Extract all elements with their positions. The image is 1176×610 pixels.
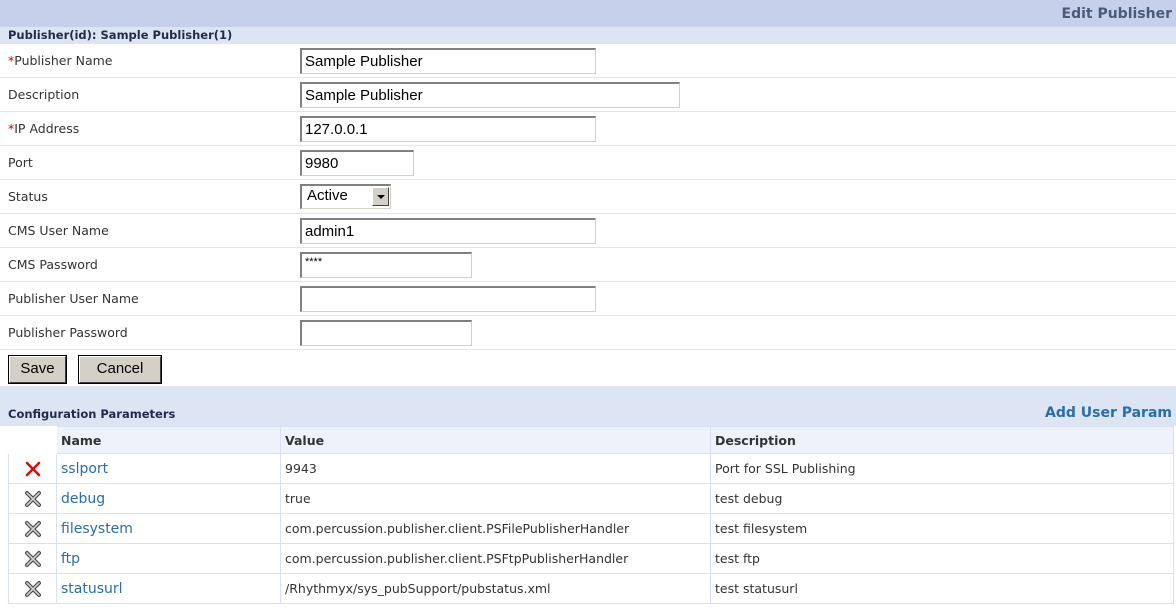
- form-row-cms-password: CMS Password ****: [0, 248, 1176, 282]
- config-section-header: Configuration Parameters Add User Param: [0, 386, 1176, 426]
- param-description: test statusurl: [710, 573, 1174, 604]
- cms-password-label: CMS Password: [8, 257, 98, 272]
- config-table: Name Value Description sslport 9943 Port…: [8, 426, 1174, 604]
- port-input[interactable]: 9980: [300, 150, 414, 176]
- param-name-link[interactable]: filesystem: [56, 513, 281, 544]
- page-header: Edit Publisher: [0, 0, 1176, 27]
- publisher-id-label: Publisher(id): Sample Publisher(1): [8, 28, 233, 42]
- gray-delete-icon[interactable]: [23, 549, 43, 569]
- status-label: Status: [8, 189, 48, 204]
- param-value: com.percussion.publisher.client.PSFilePu…: [280, 513, 711, 544]
- param-description: test debug: [710, 483, 1174, 514]
- ip-address-label: *IP Address: [8, 121, 80, 136]
- cms-user-name-input[interactable]: admin1: [300, 218, 596, 244]
- gray-delete-icon[interactable]: [23, 489, 43, 509]
- publisher-user-name-label: Publisher User Name: [8, 291, 139, 306]
- param-description: test filesystem: [710, 513, 1174, 544]
- param-description: Port for SSL Publishing: [710, 453, 1174, 484]
- description-label: Description: [8, 87, 80, 102]
- publisher-password-label: Publisher Password: [8, 325, 128, 340]
- value-column-header: Value: [280, 426, 711, 454]
- table-header-row: Name Value Description: [8, 426, 1174, 454]
- form-row-cms-user-name: CMS User Name admin1: [0, 214, 1176, 248]
- config-title: Configuration Parameters: [8, 407, 176, 421]
- form-row-status: Status Active: [0, 180, 1176, 214]
- publisher-name-label: *Publisher Name: [8, 53, 113, 68]
- table-row: sslport 9943 Port for SSL Publishing: [8, 453, 1174, 484]
- param-value: com.percussion.publisher.client.PSFtpPub…: [280, 543, 711, 574]
- publisher-id-bar: Publisher(id): Sample Publisher(1): [0, 27, 1176, 44]
- chevron-down-icon[interactable]: [372, 187, 389, 206]
- form-row-publisher-password: Publisher Password: [0, 316, 1176, 350]
- status-selected-value: Active: [307, 187, 348, 204]
- gray-delete-icon[interactable]: [23, 519, 43, 539]
- description-input[interactable]: Sample Publisher: [300, 82, 680, 108]
- param-name-link[interactable]: ftp: [56, 543, 281, 574]
- name-column-header: Name: [56, 426, 281, 454]
- table-row: debug true test debug: [8, 483, 1174, 514]
- gray-delete-icon[interactable]: [23, 579, 43, 599]
- ip-address-input[interactable]: 127.0.0.1: [300, 116, 596, 142]
- publisher-name-input[interactable]: Sample Publisher: [300, 48, 596, 74]
- param-description: test ftp: [710, 543, 1174, 574]
- param-value: /Rhythmyx/sys_pubSupport/pubstatus.xml: [280, 573, 711, 604]
- form-row-ip-address: *IP Address 127.0.0.1: [0, 112, 1176, 146]
- add-user-param-link[interactable]: Add User Param: [1045, 405, 1172, 421]
- status-select[interactable]: Active: [300, 184, 391, 209]
- cms-user-name-label: CMS User Name: [8, 223, 109, 238]
- form-row-publisher-name: *Publisher Name Sample Publisher: [0, 44, 1176, 78]
- param-name-link[interactable]: debug: [56, 483, 281, 514]
- form-row-description: Description Sample Publisher: [0, 78, 1176, 112]
- cancel-button[interactable]: Cancel: [78, 355, 162, 384]
- form-row-port: Port 9980: [0, 146, 1176, 180]
- param-value: 9943: [280, 453, 711, 484]
- publisher-password-input[interactable]: [300, 320, 472, 346]
- description-column-header: Description: [710, 426, 1174, 454]
- icon-column-header: [8, 426, 57, 454]
- publisher-user-name-input[interactable]: [300, 286, 596, 312]
- param-name-link[interactable]: statusurl: [56, 573, 281, 604]
- port-label: Port: [8, 155, 33, 170]
- table-row: ftp com.percussion.publisher.client.PSFt…: [8, 543, 1174, 574]
- red-delete-icon[interactable]: [23, 459, 43, 479]
- param-name-link[interactable]: sslport: [56, 453, 281, 484]
- table-row: filesystem com.percussion.publisher.clie…: [8, 513, 1174, 544]
- param-value: true: [280, 483, 711, 514]
- form-row-publisher-user-name: Publisher User Name: [0, 282, 1176, 316]
- save-button[interactable]: Save: [8, 355, 67, 384]
- table-row: statusurl /Rhythmyx/sys_pubSupport/pubst…: [8, 573, 1174, 604]
- cms-password-input[interactable]: ****: [300, 252, 472, 278]
- button-row: Save Cancel: [0, 352, 1176, 386]
- page-title: Edit Publisher: [1061, 6, 1173, 22]
